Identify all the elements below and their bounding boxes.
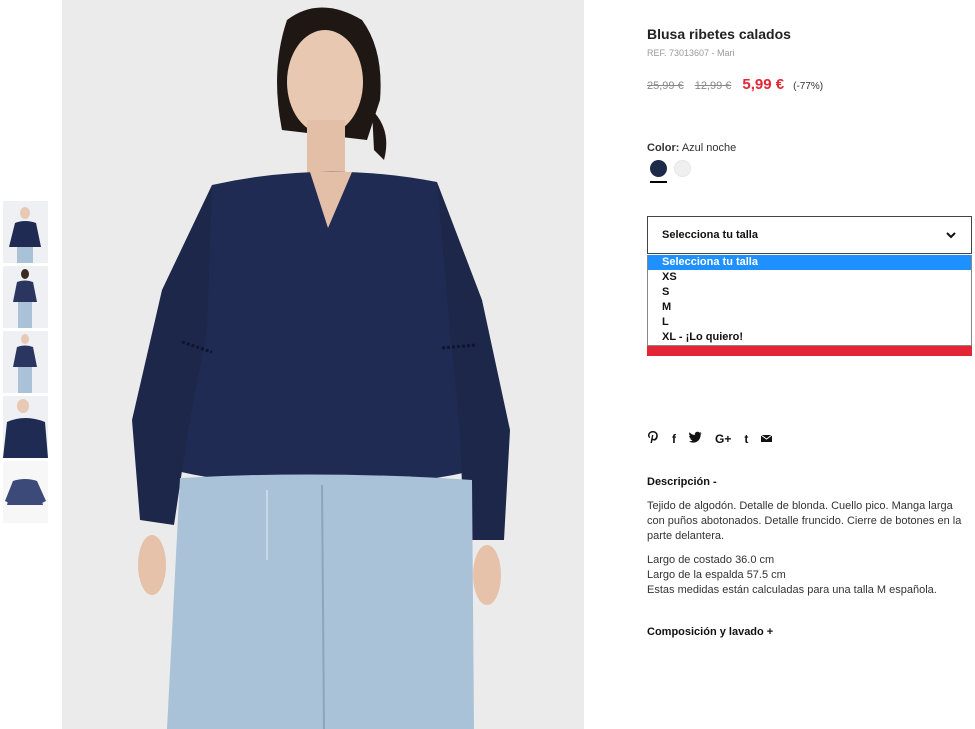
product-main-image [62,0,584,729]
email-icon[interactable] [761,432,773,446]
measure-line: Largo de costado 36.0 cm [647,554,775,566]
product-title: Blusa ribetes calados [647,26,791,42]
tumblr-icon[interactable]: t [744,432,748,446]
facebook-icon[interactable]: f [672,432,676,446]
size-option-placeholder[interactable]: Selecciona tu talla [648,255,971,270]
color-label-title: Color: [647,142,680,154]
add-to-bag-button[interactable] [647,346,972,356]
size-select-label: Selecciona tu talla [662,229,758,241]
discount-percent: (-77%) [793,81,824,92]
size-option-m[interactable]: M [648,300,971,315]
thumbnail-5[interactable] [3,461,48,523]
share-icons: f G+ t [647,430,785,447]
color-swatch-navy[interactable] [650,160,667,177]
google-plus-icon[interactable]: G+ [715,432,731,446]
thumbnail-1[interactable] [3,201,48,263]
measure-line: Estas medidas están calculadas para una … [647,584,937,596]
size-option-l[interactable]: L [648,315,971,330]
composition-heading[interactable]: Composición y lavado + [647,626,773,638]
previous-price: 12,99 € [694,80,732,92]
price-row: 25,99 € 12,99 € 5,99 € (-77%) [647,76,823,93]
size-select[interactable]: Selecciona tu talla [647,216,972,254]
twitter-icon[interactable] [689,431,702,446]
color-swatch-white[interactable] [674,160,691,177]
color-label: Color: Azul noche [647,142,736,154]
thumbnail-3[interactable] [3,331,48,393]
pinterest-icon[interactable] [647,430,659,447]
color-swatches [650,160,698,177]
thumbnail-4[interactable] [3,396,48,458]
original-price: 25,99 € [647,80,684,92]
description-heading[interactable]: Descripción - [647,476,717,488]
product-reference: REF. 73013607 - Mari [647,48,735,58]
thumbnail-2[interactable] [3,266,48,328]
thumbnail-list [3,201,48,526]
color-value: Azul noche [681,142,737,154]
current-price: 5,99 € [742,76,785,93]
size-option-xs[interactable]: XS [648,270,971,285]
chevron-down-icon [946,232,956,239]
size-option-s[interactable]: S [648,285,971,300]
selected-swatch-indicator [650,181,667,183]
description-text: Tejido de algodón. Detalle de blonda. Cu… [647,500,962,542]
measurements: Largo de costado 36.0 cm Largo de la esp… [647,553,967,598]
size-option-xl[interactable]: XL - ¡Lo quiero! [648,330,971,345]
size-dropdown-list: Selecciona tu talla XS S M L XL - ¡Lo qu… [647,255,972,346]
measure-line: Largo de la espalda 57.5 cm [647,569,786,581]
